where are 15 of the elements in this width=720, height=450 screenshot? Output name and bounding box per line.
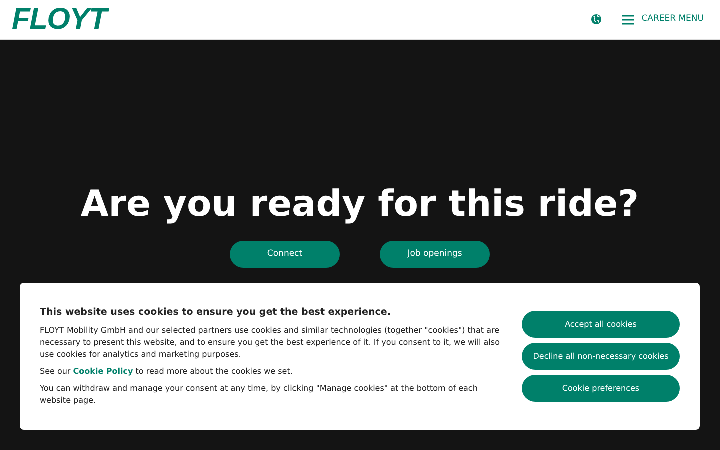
withdraw-text: You can withdraw and manage your consent at any time, by clicking "Manage cookies" at the bottom of each website page. <box>40 382 479 406</box>
hero-title: Are you ready for this ride? <box>80 183 640 227</box>
cookie-button[interactable]: Accept all cookies <box>522 311 680 338</box>
cookie-button[interactable]: Cookie preferences <box>522 375 680 402</box>
cookie-button[interactable]: Decline all non-necessary cookies <box>522 343 680 370</box>
logo[interactable]: FLOYT <box>12 4 107 34</box>
cookie-policy-text: See our Cookie Policy to read more about the cookies we set. <box>40 366 294 378</box>
hero-button[interactable]: Job openings <box>380 241 490 268</box>
globe-icon[interactable] <box>590 14 602 25</box>
hero-button[interactable]: Connect <box>230 241 340 268</box>
career-menu-button[interactable]: CAREER MENU <box>622 13 704 26</box>
menu-icon <box>622 14 634 24</box>
cookie-description: FLOYT Mobility GmbH and our selected partners use cookies and similar technologies (together "cookies") that are necessary to present this website, and to ensure you get the best experience of it. If you consent to it, we will also use cookies for analytics and marketing purposes. <box>40 324 501 360</box>
cookie-policy-link[interactable]: Cookie Policy <box>73 366 134 376</box>
cookie-title: This website uses cookies to ensure you get the best experience. <box>40 306 392 318</box>
